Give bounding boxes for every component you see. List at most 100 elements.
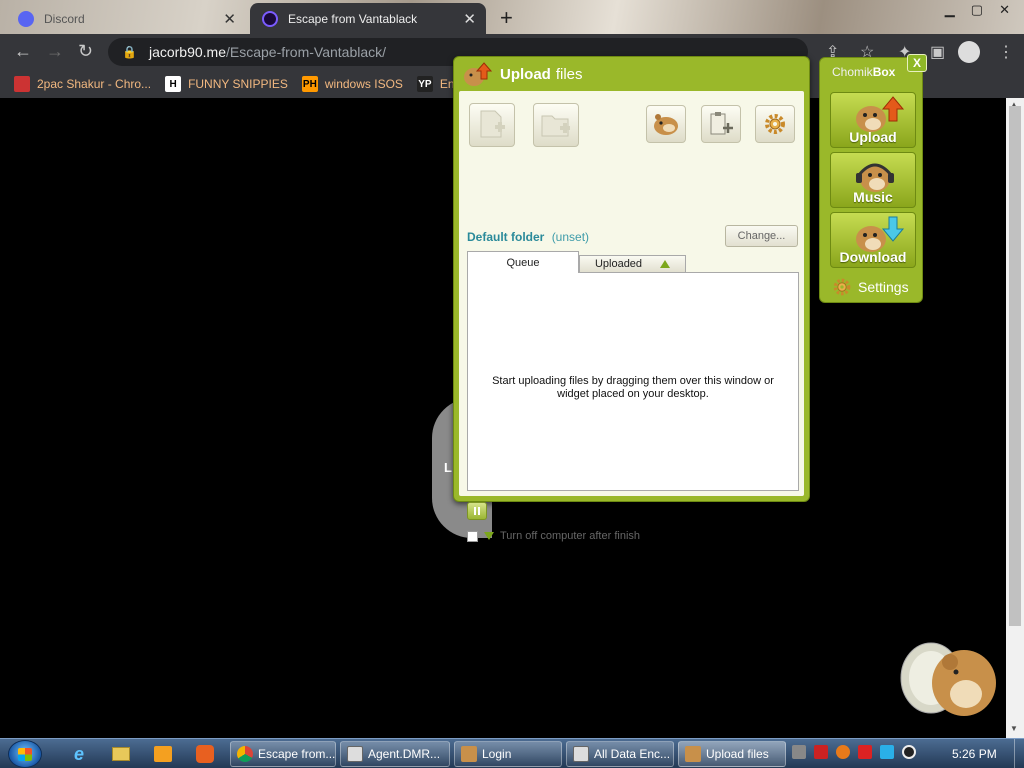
settings-label: Settings: [858, 279, 909, 295]
chomikbox-download-button[interactable]: Download: [830, 212, 916, 268]
pause-icon: [474, 507, 476, 515]
default-folder-value: (unset): [551, 230, 590, 244]
default-folder-label: Default folder: [467, 230, 545, 244]
tab-discord[interactable]: Discord ✕: [6, 3, 246, 34]
yp-favicon-icon: YP: [416, 76, 433, 92]
taskbar-item-upload-files[interactable]: Upload files: [678, 741, 786, 767]
taskbar-item-agent[interactable]: Agent.DMR...: [340, 741, 450, 767]
tab-escape-from-vantablack[interactable]: Escape from Vantablack ✕: [250, 3, 486, 34]
dropdown-triangle-icon[interactable]: [484, 532, 494, 540]
add-file-icon: [480, 110, 505, 138]
chrome-icon: [237, 746, 253, 762]
browser-tabstrip: Discord ✕ Escape from Vantablack ✕ + ▁ ▢…: [0, 0, 1024, 34]
window-icon: [347, 746, 363, 762]
url-path: /Escape-from-Vantablack/: [226, 44, 387, 60]
tray-app-icon[interactable]: [792, 745, 806, 759]
minimize-icon[interactable]: ▁: [945, 2, 955, 18]
close-window-icon[interactable]: ✕: [999, 2, 1010, 18]
chomikbox-music-button[interactable]: Music: [830, 152, 916, 208]
sidepanel-icon[interactable]: ▣: [930, 42, 945, 62]
url-host: jacorb90.me: [148, 44, 226, 60]
file-explorer-icon[interactable]: [108, 743, 134, 765]
gear-icon: [765, 114, 785, 134]
tab-uploaded[interactable]: Uploaded: [579, 255, 686, 273]
add-folder-icon: [541, 115, 570, 137]
tray-flag-icon[interactable]: [858, 745, 872, 759]
system-tray: [792, 745, 916, 759]
start-button[interactable]: [8, 740, 42, 768]
download-label: Download: [839, 249, 907, 265]
app-icon[interactable]: [192, 743, 218, 765]
hamster-icon: [461, 746, 477, 762]
bookmark-favicon-icon: [14, 76, 30, 92]
forward-icon[interactable]: →: [46, 41, 64, 62]
default-folder-row: Default folder (unset): [467, 230, 589, 244]
bookmark-windows-isos[interactable]: PH windows ISOS: [301, 76, 403, 92]
hamster-icon: [654, 114, 678, 135]
maximize-icon[interactable]: ▢: [971, 2, 983, 18]
add-file-button[interactable]: [469, 103, 515, 147]
window-controls: ▁ ▢ ✕: [945, 2, 1010, 18]
scroll-thumb[interactable]: [1009, 106, 1021, 626]
tray-volume-icon[interactable]: [902, 745, 916, 759]
taskbar-item-all-data[interactable]: All Data Enc...: [566, 741, 674, 767]
close-widget-button[interactable]: X: [907, 54, 927, 72]
bookmark-label: windows ISOS: [324, 77, 403, 91]
taskbar-clock[interactable]: 5:26 PM: [952, 747, 997, 761]
turn-off-checkbox[interactable]: [467, 530, 478, 542]
window-icon: [573, 746, 589, 762]
back-icon[interactable]: ←: [14, 41, 32, 62]
upload-window-title[interactable]: Upload files: [454, 57, 809, 91]
page-scrollbar[interactable]: ▲ ▼: [1006, 98, 1024, 738]
queue-empty-message: Start uploading files by dragging them o…: [492, 375, 774, 400]
bookmark-label: 2pac Shakur - Chro...: [37, 77, 152, 91]
new-tab-button[interactable]: +: [500, 5, 513, 31]
tab-uploaded-label: Uploaded: [594, 258, 643, 270]
chomikbox-upload-button[interactable]: Upload: [830, 92, 916, 148]
chomik-desktop-widget-icon[interactable]: [896, 628, 1006, 723]
hamster-icon: [685, 746, 701, 762]
bookmark-funny-snippies[interactable]: H FUNNY SNIPPIES: [165, 76, 288, 92]
close-tab-icon[interactable]: ✕: [223, 10, 236, 28]
bookmark-label: FUNNY SNIPPIES: [188, 77, 288, 91]
show-desktop-button[interactable]: [1014, 739, 1024, 768]
bookmark-2pac[interactable]: 2pac Shakur - Chro...: [14, 76, 151, 92]
tab-queue[interactable]: Queue: [467, 251, 579, 273]
close-tab-icon[interactable]: ✕: [463, 10, 476, 28]
title-rest: files: [555, 65, 583, 83]
add-folder-button[interactable]: [533, 103, 579, 147]
upload-window-body: Default folder (unset) Change... Queue U…: [459, 91, 804, 542]
menu-kebab-icon[interactable]: ⋮: [998, 42, 1014, 62]
chomik-account-button[interactable]: [646, 105, 686, 143]
media-player-icon[interactable]: [150, 743, 176, 765]
turn-off-label: Turn off computer after finish: [500, 530, 641, 542]
ph-favicon-icon: PH: [301, 76, 318, 92]
tab-title: Escape from Vantablack: [288, 11, 418, 26]
pause-button[interactable]: [467, 502, 487, 520]
title-bold: Upload: [500, 65, 551, 83]
sort-up-triangle-icon: [660, 260, 671, 268]
lock-icon[interactable]: 🔒: [122, 45, 137, 59]
internet-explorer-icon[interactable]: e: [66, 743, 92, 765]
taskbar-item-chrome[interactable]: Escape from...: [230, 741, 336, 767]
chomikbox-widget: ChomikBox X Upload Music Download Settin…: [819, 54, 927, 303]
change-folder-button[interactable]: Change...: [725, 225, 798, 247]
music-label: Music: [853, 189, 893, 205]
chomikbox-settings-button[interactable]: Settings: [832, 277, 909, 297]
queue-list[interactable]: Start uploading files by dragging them o…: [467, 272, 799, 491]
tray-search-icon[interactable]: [836, 745, 850, 759]
tray-network-icon[interactable]: [880, 745, 894, 759]
tray-antivirus-icon[interactable]: [814, 745, 828, 759]
windows-taskbar: e Escape from... Agent.DMR... Login All …: [0, 738, 1024, 768]
scroll-down-icon[interactable]: ▼: [1010, 724, 1018, 733]
page-letter: L: [444, 460, 452, 475]
clipboard-add-icon: [710, 112, 733, 135]
tab-title: Discord: [44, 11, 85, 26]
h-favicon-icon: H: [165, 76, 182, 92]
reload-icon[interactable]: ↻: [78, 41, 93, 62]
taskbar-item-login[interactable]: Login: [454, 741, 562, 767]
paste-add-button[interactable]: [701, 105, 741, 143]
upload-settings-button[interactable]: [755, 105, 795, 143]
gear-icon: [833, 278, 851, 296]
profile-avatar[interactable]: [958, 41, 980, 63]
